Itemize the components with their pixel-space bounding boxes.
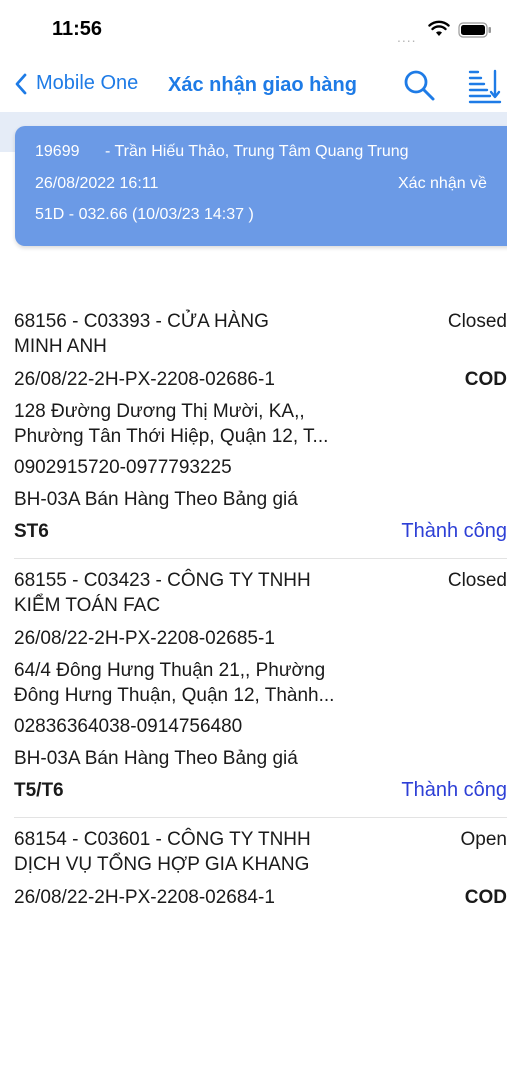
order-item[interactable]: 68155 - C03423 - CÔNG TY TNHH KIỂM TOÁN … bbox=[0, 559, 507, 818]
order-title-line1: 68154 - C03601 - CÔNG TY TNHH bbox=[14, 829, 311, 850]
summary-vehicle: 51D - 032.66 (10/03/23 14:37 ) bbox=[35, 206, 254, 223]
order-phone: 0902915720-0977793225 bbox=[14, 457, 232, 478]
order-item[interactable]: 68154 - C03601 - CÔNG TY TNHH DỊCH VỤ TỔ… bbox=[0, 818, 507, 1077]
order-title-line2: KIỂM TOÁN FAC bbox=[14, 595, 161, 616]
order-phone: 02836364038-0914756480 bbox=[14, 716, 243, 737]
order-payment: COD bbox=[464, 369, 507, 390]
order-route: T5/T6 bbox=[14, 780, 64, 801]
order-document: 26/08/22-2H-PX-2208-02685-1 bbox=[14, 628, 275, 649]
order-title-line1: 68155 - C03423 - CÔNG TY TNHH bbox=[14, 570, 311, 591]
chevron-left-icon bbox=[15, 73, 27, 94]
delivery-summary-card[interactable]: 19699 - Trần Hiếu Thảo, Trung Tâm Quang … bbox=[15, 126, 507, 246]
summary-name: - Trần Hiếu Thảo, Trung Tâm Quang Trung bbox=[105, 143, 409, 160]
order-title-line2: DỊCH VỤ TỔNG HỢP GIA KHANG bbox=[14, 854, 310, 875]
wifi-icon bbox=[428, 20, 450, 36]
navigation-bar: Mobile One Xác nhận giao hàng bbox=[0, 60, 507, 112]
order-address-line1: 64/4 Đông Hưng Thuận 21,, Phường bbox=[14, 660, 326, 681]
order-result: Thành công bbox=[401, 520, 507, 542]
order-state: Closed bbox=[447, 570, 507, 591]
sort-descending-icon[interactable] bbox=[468, 68, 502, 104]
order-document: 26/08/22-2H-PX-2208-02686-1 bbox=[14, 369, 275, 390]
back-button-label: Mobile One bbox=[36, 72, 139, 94]
status-time: 11:56 bbox=[52, 18, 103, 40]
order-address-line2: Phường Tân Thới Hiệp, Quận 12, T... bbox=[14, 426, 329, 447]
summary-datetime: 26/08/2022 16:11 bbox=[35, 175, 159, 192]
search-icon[interactable] bbox=[402, 68, 436, 102]
order-item[interactable]: 68156 - C03393 - CỬA HÀNG MINH ANH Close… bbox=[0, 300, 507, 559]
order-result: Thành công bbox=[401, 779, 507, 801]
order-document: 26/08/22-2H-PX-2208-02684-1 bbox=[14, 887, 275, 908]
order-title-line1: 68156 - C03393 - CỬA HÀNG bbox=[14, 311, 269, 332]
back-button[interactable]: Mobile One bbox=[14, 72, 138, 95]
order-payment: COD bbox=[464, 887, 507, 908]
cellular-signal-icon: .... bbox=[397, 29, 417, 45]
order-list: 68156 - C03393 - CỬA HÀNG MINH ANH Close… bbox=[0, 300, 507, 1077]
status-bar: 11:56 .... bbox=[0, 0, 507, 60]
summary-code: 19699 bbox=[35, 143, 80, 160]
order-route: ST6 bbox=[14, 521, 49, 542]
page-title: Xác nhận giao hàng bbox=[168, 74, 357, 96]
order-price-list: BH-03A Bán Hàng Theo Bảng giá bbox=[14, 489, 298, 510]
order-title-line2: MINH ANH bbox=[14, 336, 107, 357]
order-price-list: BH-03A Bán Hàng Theo Bảng giá bbox=[14, 748, 298, 769]
battery-icon bbox=[458, 22, 491, 38]
summary-status: Xác nhận về bbox=[398, 175, 487, 192]
order-address-line1: 128 Đường Dương Thị Mười, KA,, bbox=[14, 401, 305, 422]
order-state: Closed bbox=[447, 311, 507, 332]
order-state: Open bbox=[460, 829, 507, 850]
order-address-line2: Đông Hưng Thuận, Quận 12, Thành... bbox=[14, 685, 335, 706]
